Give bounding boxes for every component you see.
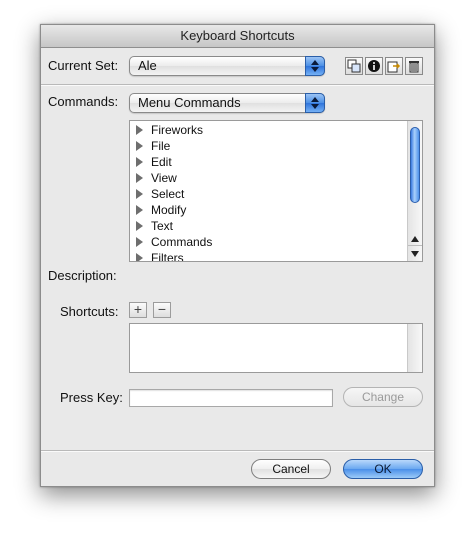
popup-arrows-icon [305, 93, 325, 113]
tree-item-label: Modify [151, 203, 187, 217]
duplicate-set-icon [347, 59, 361, 73]
disclosure-triangle-icon[interactable] [136, 221, 143, 231]
commands-label: Commands: [48, 94, 119, 109]
tree-item-label: View [151, 171, 177, 185]
popup-arrows-icon [305, 56, 325, 76]
remove-shortcut-button[interactable]: − [153, 302, 171, 318]
current-set-value: Ale [138, 58, 157, 73]
disclosure-triangle-icon[interactable] [136, 157, 143, 167]
commands-value: Menu Commands [138, 95, 241, 110]
section-divider [41, 84, 434, 86]
disclosure-triangle-icon[interactable] [136, 173, 143, 183]
cancel-button[interactable]: Cancel [251, 459, 331, 479]
tree-item-edit[interactable]: Edit [136, 154, 172, 170]
current-set-label: Current Set: [48, 58, 119, 73]
disclosure-triangle-icon[interactable] [136, 253, 143, 261]
tree-item-label: File [151, 139, 171, 153]
disclosure-triangle-icon[interactable] [136, 125, 143, 135]
disclosure-triangle-icon[interactable] [136, 205, 143, 215]
description-label: Description: [48, 268, 117, 283]
tree-item-text[interactable]: Text [136, 218, 173, 234]
tree-item-label: Edit [151, 155, 172, 169]
trash-icon [409, 61, 419, 73]
shortcuts-scrollbar[interactable] [407, 324, 422, 372]
tree-item-view[interactable]: View [136, 170, 177, 186]
ok-button[interactable]: OK [343, 459, 423, 479]
press-key-label: Press Key: [60, 390, 123, 405]
commands-popup[interactable]: Menu Commands [129, 93, 325, 113]
tree-item-modify[interactable]: Modify [136, 202, 186, 218]
press-key-field[interactable] [129, 389, 333, 407]
tree-item-label: Select [151, 187, 185, 201]
tree-item-filters[interactable]: Filters [136, 250, 184, 262]
current-set-popup[interactable]: Ale [129, 56, 325, 76]
info-icon [368, 60, 380, 72]
disclosure-triangle-icon[interactable] [136, 189, 143, 199]
change-button[interactable]: Change [343, 387, 423, 407]
scrollbar-thumb[interactable] [410, 127, 420, 203]
tree-item-label: Commands [151, 235, 213, 249]
add-shortcut-button[interactable]: + [129, 302, 147, 318]
tree-item-select[interactable]: Select [136, 186, 184, 202]
tree-item-fireworks[interactable]: Fireworks [136, 122, 203, 138]
tree-item-label: Fireworks [151, 123, 204, 137]
commands-tree[interactable]: Fireworks File Edit View Select Modify T… [129, 120, 423, 262]
tree-item-commands[interactable]: Commands [136, 234, 212, 250]
shortcuts-label: Shortcuts: [60, 304, 119, 319]
screen: Keyboard Shortcuts Current Set: Ale Comm… [0, 0, 475, 542]
tree-item-file[interactable]: File [136, 138, 170, 154]
set-info-button[interactable] [365, 57, 383, 75]
scroll-arrow-divider [408, 245, 422, 246]
tree-item-label: Filters [151, 251, 184, 262]
duplicate-set-button[interactable] [345, 57, 363, 75]
disclosure-triangle-icon[interactable] [136, 141, 143, 151]
delete-set-button[interactable] [405, 57, 423, 75]
export-set-icon [387, 61, 401, 73]
shortcuts-list[interactable] [129, 323, 423, 373]
scroll-up-arrow-icon[interactable] [411, 236, 419, 242]
export-set-button[interactable] [385, 57, 403, 75]
keyboard-shortcuts-dialog: Keyboard Shortcuts Current Set: Ale Comm… [40, 24, 435, 487]
disclosure-triangle-icon[interactable] [136, 237, 143, 247]
footer-divider [41, 450, 434, 452]
commands-scrollbar[interactable] [407, 121, 422, 261]
scroll-down-arrow-icon[interactable] [411, 251, 419, 257]
window-title: Keyboard Shortcuts [41, 25, 434, 48]
tree-item-label: Text [151, 219, 174, 233]
